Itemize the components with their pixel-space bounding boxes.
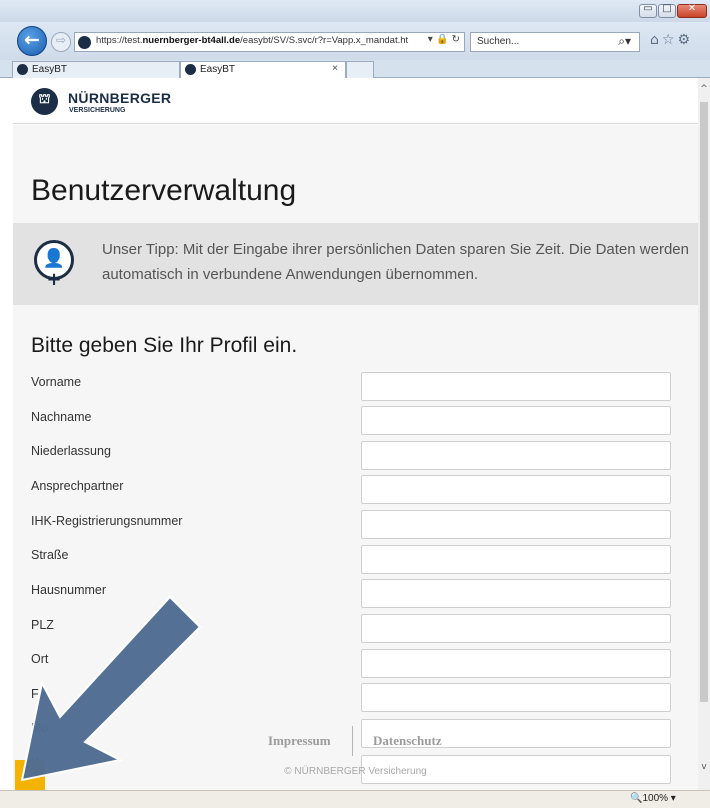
close-window-button[interactable]: ✕ <box>677 3 707 18</box>
field-input[interactable] <box>361 372 671 401</box>
field-label: Nachname <box>31 410 92 424</box>
field-input[interactable] <box>361 441 671 470</box>
page-title: Benutzerverwaltung <box>31 174 297 207</box>
scroll-thumb[interactable] <box>700 102 708 702</box>
home-icon[interactable]: ⌂ <box>650 32 662 48</box>
field-label: Ansprechpartner <box>31 479 124 493</box>
tab-easybt-2[interactable]: EasyBT × <box>180 61 346 78</box>
impressum-link[interactable]: Impressum <box>268 733 331 749</box>
field-label: Hausnummer <box>31 583 107 597</box>
tab-label: EasyBT <box>32 64 68 75</box>
arrow-right-icon: ⇨ <box>55 33 67 47</box>
url-text: https://test.nuernberger-bt4all.de/easyb… <box>96 35 409 46</box>
scroll-up-icon[interactable]: ^ <box>698 84 710 94</box>
nuernberger-logo-icon[interactable]: ⛫ <box>31 88 58 115</box>
site-favicon-icon <box>17 64 28 75</box>
field-input[interactable] <box>361 406 671 435</box>
address-bar[interactable]: https://test.nuernberger-bt4all.de/easyb… <box>74 32 465 52</box>
window-titlebar: ▭ □ ✕ <box>0 0 710 22</box>
status-bar: 🔍100% ▾ <box>0 790 710 808</box>
arrow-left-icon: ← <box>24 29 40 51</box>
copyright-text: © NÜRNBERGER Versicherung <box>284 766 427 777</box>
tip-box: 👤+ Unser Tipp: Mit der Eingabe ihrer per… <box>13 223 698 305</box>
logo-subtitle: VERSICHERUNG <box>69 107 126 114</box>
field-label: PLZ <box>31 618 54 632</box>
field-label: Straße <box>31 548 69 562</box>
browser-back-button[interactable]: ← <box>17 26 47 56</box>
field-label: Vorname <box>31 375 82 389</box>
datenschutz-link[interactable]: Datenschutz <box>373 733 442 749</box>
gear-icon[interactable]: ⚙ <box>677 32 693 48</box>
search-icon[interactable]: ⌕▾ <box>618 34 631 49</box>
field-label: Fo <box>31 687 46 701</box>
site-favicon-icon <box>78 36 91 49</box>
chevron-left-icon: < <box>24 767 36 781</box>
site-header: ⛫ NÜRNBERGER VERSICHERUNG <box>13 78 698 124</box>
new-tab-button[interactable] <box>346 61 374 78</box>
field-label: Mo <box>31 721 49 735</box>
field-input[interactable] <box>361 545 671 574</box>
minimize-button[interactable]: ▭ <box>639 3 657 18</box>
search-placeholder: Suchen... <box>477 36 520 47</box>
tip-text: Unser Tipp: Mit der Eingabe ihrer persön… <box>102 241 689 283</box>
site-favicon-icon <box>185 64 196 75</box>
tab-label: EasyBT <box>200 64 236 75</box>
field-label: Niederlassung <box>31 444 111 458</box>
field-label: Ort <box>31 652 49 666</box>
browser-forward-button[interactable]: ⇨ <box>51 32 71 52</box>
back-button[interactable]: < <box>15 760 45 790</box>
field-input[interactable] <box>361 614 671 643</box>
zoom-level[interactable]: 🔍100% ▾ <box>630 793 676 804</box>
page-viewport: ⛫ NÜRNBERGER VERSICHERUNG Benutzerverwal… <box>13 78 698 790</box>
browser-toolbar-icons[interactable]: ⌂☆⚙ <box>650 32 693 48</box>
field-input[interactable] <box>361 683 671 712</box>
address-tools[interactable]: ▾ 🔒 ↻ <box>428 34 460 45</box>
favorites-star-icon[interactable]: ☆ <box>662 32 678 48</box>
field-label: IHK-Registrierungsnummer <box>31 514 183 528</box>
field-input[interactable] <box>361 510 671 539</box>
maximize-button[interactable]: □ <box>658 3 676 18</box>
tab-close-icon[interactable]: × <box>332 63 338 74</box>
browser-search-box[interactable]: Suchen... ⌕▾ <box>470 32 640 52</box>
field-input[interactable] <box>361 579 671 608</box>
tab-bar: EasyBT EasyBT × <box>0 60 710 78</box>
field-input[interactable] <box>361 649 671 678</box>
form-title: Bitte geben Sie Ihr Profil ein. <box>31 334 298 357</box>
logo-title: NÜRNBERGER <box>68 90 172 106</box>
footer-divider <box>352 726 353 756</box>
field-input[interactable] <box>361 475 671 504</box>
add-user-icon: 👤+ <box>34 240 74 290</box>
scroll-down-icon[interactable]: v <box>698 762 710 772</box>
page-scrollbar[interactable]: ^ v <box>698 78 710 790</box>
tab-easybt-1[interactable]: EasyBT <box>12 61 180 78</box>
